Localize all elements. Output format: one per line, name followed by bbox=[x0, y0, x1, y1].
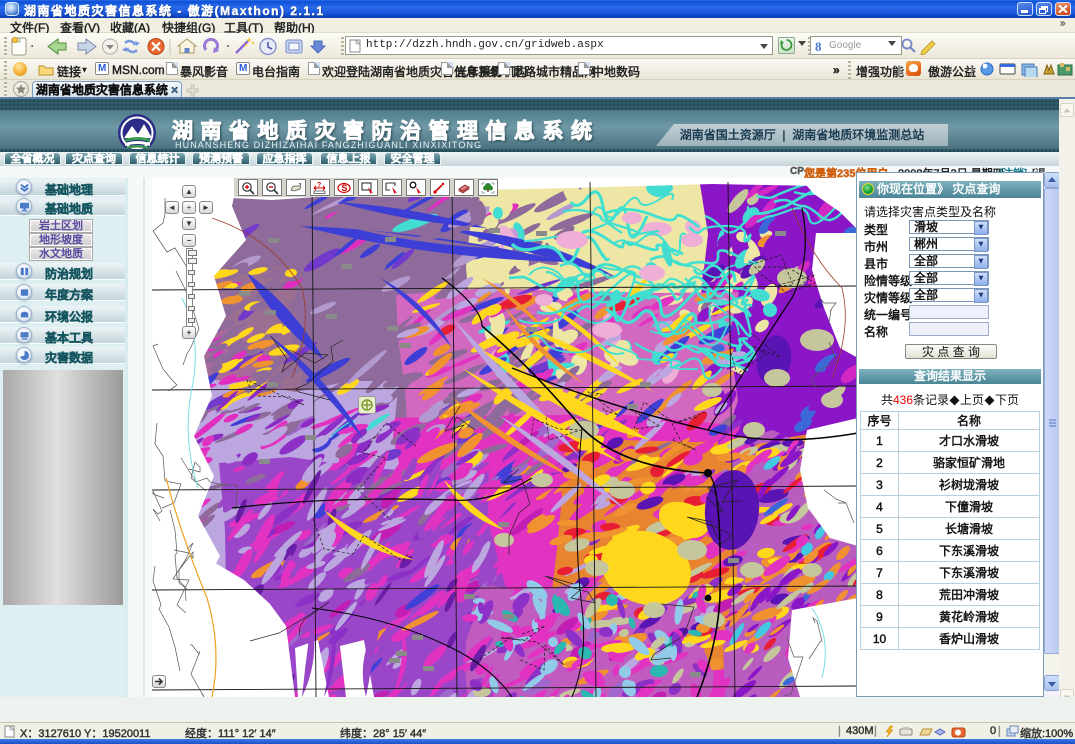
svg-text:?: ? bbox=[317, 182, 321, 189]
svg-text:S: S bbox=[341, 183, 347, 193]
